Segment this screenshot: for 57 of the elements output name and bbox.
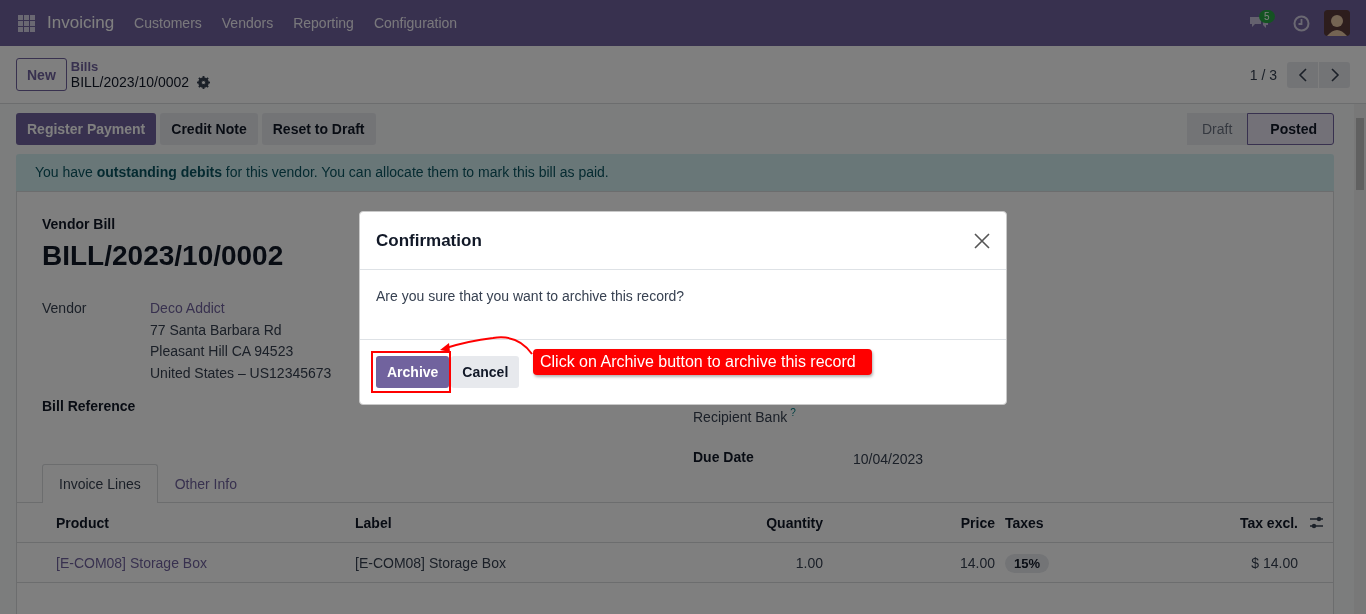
table-cell: [E-COM08] Storage Box (355, 554, 506, 571)
column-options-icon[interactable] (1309, 515, 1324, 530)
new-button[interactable]: New (16, 58, 67, 91)
menu-item[interactable]: Reporting (283, 15, 364, 31)
address-line: 77 Santa Barbara Rd (150, 320, 283, 340)
clock-icon[interactable] (1293, 14, 1310, 32)
table-cell-text: 1.00 (794, 554, 823, 571)
action-button[interactable]: Reset to Draft (261, 113, 376, 145)
tab[interactable]: Other Info (157, 464, 254, 503)
apps-menu-icon[interactable] (18, 14, 35, 32)
record-name: BILL/2023/10/0002 (70, 74, 190, 90)
document-type-label: Vendor Bill (42, 216, 117, 232)
user-avatar[interactable] (1324, 10, 1350, 36)
breadcrumb-link[interactable]: Bills (70, 59, 211, 74)
action-button[interactable]: Credit Note (160, 113, 258, 145)
annotation-callout: Click on Archive button to archive this record (533, 349, 872, 375)
tab[interactable]: Invoice Lines (42, 464, 158, 503)
next-button[interactable] (1319, 61, 1350, 88)
status-step[interactable]: Draft (1186, 113, 1248, 145)
column-header[interactable]: Taxes (995, 514, 1145, 531)
action-button[interactable]: Register Payment (16, 113, 157, 145)
field-label: Bill Reference (42, 397, 137, 416)
address-line: Pleasant Hill CA 94523 (150, 342, 295, 361)
app-name[interactable]: Invoicing (47, 13, 115, 33)
status-step[interactable]: Posted (1247, 113, 1334, 145)
dialog-button[interactable]: Archive (376, 356, 450, 388)
dialog-message: Are you sure that you want to archive this record? (376, 288, 685, 304)
scrollbar[interactable] (1354, 104, 1366, 614)
menu-item[interactable]: Configuration (363, 15, 468, 31)
column-header[interactable]: Tax excl. (1145, 514, 1298, 531)
column-header[interactable]: Quantity (655, 514, 823, 531)
pager-counter: 1 / 3 (1249, 66, 1277, 83)
dialog-button[interactable]: Cancel (451, 356, 520, 388)
vendor-link[interactable]: Deco Addict (150, 298, 332, 320)
table-cell-text: 14.00 (958, 554, 995, 571)
tax-tag: 15% (1005, 553, 1050, 573)
column-header[interactable]: Label (355, 514, 655, 531)
help-tooltip[interactable]: ? (790, 407, 796, 418)
close-icon[interactable] (974, 232, 990, 249)
address-line: United States – US12345673 (150, 363, 332, 383)
message-count-badge: 5 (1259, 10, 1275, 23)
table-cell-text: $ 14.00 (1250, 554, 1298, 571)
menu-item[interactable]: Customers (124, 15, 212, 31)
menu-item[interactable]: Vendors (211, 15, 284, 31)
info-alert: You have outstanding debits for this vendor. You can allocate them to mark this bill as paid. (16, 154, 1334, 191)
settings-icon[interactable] (197, 75, 211, 89)
table-cell[interactable]: [E-COM08] Storage Box (56, 554, 207, 571)
column-header[interactable]: Price (823, 514, 995, 531)
column-header[interactable]: Product (56, 514, 355, 531)
chevron-right-icon[interactable] (1329, 67, 1340, 82)
previous-button[interactable] (1287, 61, 1318, 88)
field-label: Recipient Bank (693, 408, 788, 425)
field-label: Due Date (693, 447, 755, 467)
field-value: 10/04/2023 (853, 449, 924, 469)
chevron-left-icon[interactable] (1297, 67, 1308, 82)
dialog-title: Confirmation (376, 230, 482, 251)
field-label: Vendor (42, 299, 88, 318)
